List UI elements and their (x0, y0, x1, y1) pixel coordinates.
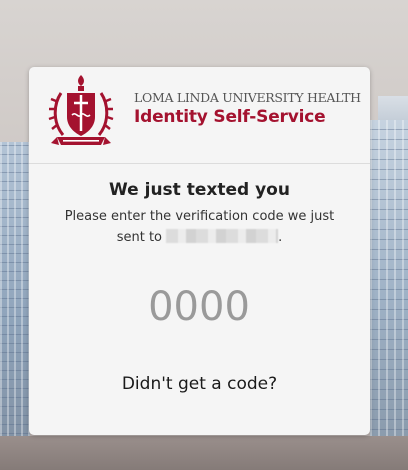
org-name: LOMA LINDA UNIVERSITY HEALTH (134, 90, 361, 105)
verification-code-input[interactable] (99, 281, 299, 333)
card-header: LOMA LINDA UNIVERSITY HEALTH Identity Se… (29, 67, 370, 164)
resend-code-link[interactable]: Didn't get a code? (29, 374, 370, 394)
instruction-suffix: . (278, 230, 283, 245)
app-title: Identity Self-Service (134, 107, 326, 127)
instruction-prefix: sent to (116, 230, 162, 245)
page-heading: We just texted you (109, 180, 290, 200)
building-left (0, 142, 30, 470)
university-seal-icon (48, 75, 114, 145)
instruction-line1: Please enter the verification code we ju… (64, 209, 335, 224)
instruction-text: Please enter the verification code we ju… (39, 206, 360, 248)
login-card: LOMA LINDA UNIVERSITY HEALTH Identity Se… (29, 67, 370, 435)
ground (0, 436, 408, 470)
building-right (370, 120, 408, 470)
redacted-phone-number (166, 229, 279, 243)
